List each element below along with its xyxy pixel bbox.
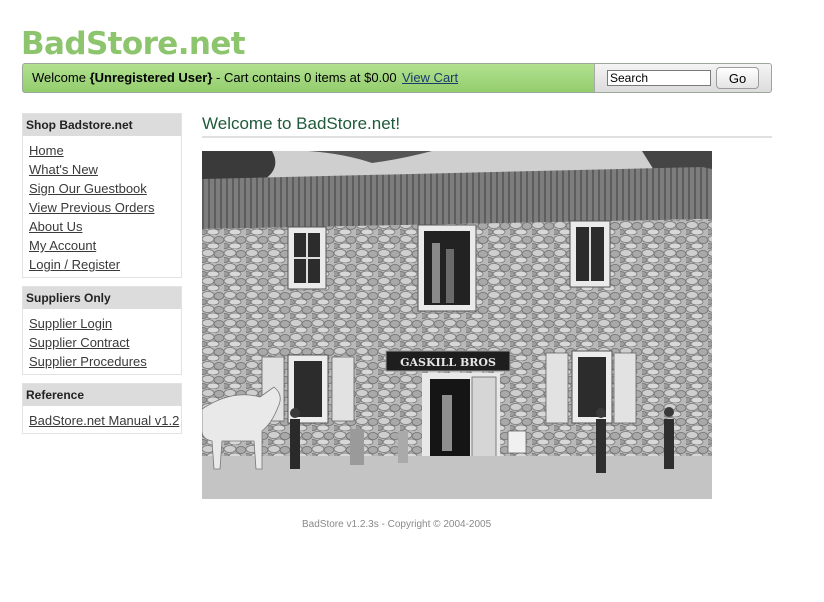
- top-bar: Welcome {Unregistered User} - Cart conta…: [22, 63, 772, 93]
- suppliers-menu-title: Suppliers Only: [23, 287, 181, 309]
- search-input[interactable]: [607, 70, 711, 86]
- suppliers-menu: Suppliers Only Supplier Login Supplier C…: [22, 286, 182, 375]
- search-area: Go: [594, 64, 771, 92]
- page-title: Welcome to BadStore.net!: [202, 113, 772, 138]
- nav-my-account-link[interactable]: My Account: [29, 238, 96, 253]
- cart-summary: - Cart contains 0 items at $0.00: [212, 70, 397, 85]
- nav-login-register-link[interactable]: Login / Register: [29, 257, 120, 272]
- nav-guestbook-link[interactable]: Sign Our Guestbook: [29, 181, 147, 196]
- view-cart-link[interactable]: View Cart: [402, 70, 458, 85]
- go-button[interactable]: Go: [716, 67, 759, 89]
- user-name: {Unregistered User}: [89, 70, 213, 85]
- store-photo: GASKILL BROS: [201, 149, 712, 499]
- manual-link[interactable]: BadStore.net Manual v1.2: [29, 413, 179, 428]
- site-logo: BadStore.net: [21, 26, 246, 62]
- store-sign-text: GASKILL BROS: [400, 356, 496, 369]
- supplier-contract-link[interactable]: Supplier Contract: [29, 335, 129, 350]
- nav-previous-orders-link[interactable]: View Previous Orders: [29, 200, 154, 215]
- supplier-procedures-link[interactable]: Supplier Procedures: [29, 354, 147, 369]
- reference-menu-title: Reference: [23, 384, 181, 406]
- welcome-message: Welcome {Unregistered User} - Cart conta…: [32, 70, 397, 85]
- shop-menu-title: Shop Badstore.net: [23, 114, 181, 136]
- shop-menu: Shop Badstore.net Home What's New Sign O…: [22, 113, 182, 278]
- supplier-login-link[interactable]: Supplier Login: [29, 316, 112, 331]
- reference-menu: Reference BadStore.net Manual v1.2: [22, 383, 182, 434]
- nav-home-link[interactable]: Home: [29, 143, 64, 158]
- welcome-prefix: Welcome: [32, 70, 90, 85]
- footer-copyright: BadStore v1.2.3s - Copyright © 2004-2005: [302, 519, 492, 530]
- nav-whats-new-link[interactable]: What's New: [29, 162, 98, 177]
- nav-about-us-link[interactable]: About Us: [29, 219, 82, 234]
